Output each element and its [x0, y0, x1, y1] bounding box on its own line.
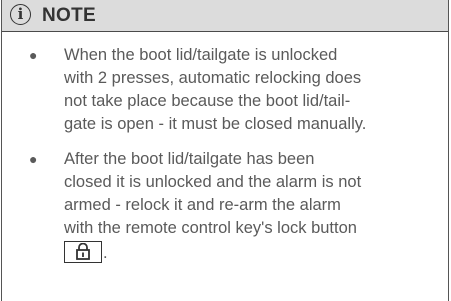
info-icon: i — [10, 4, 31, 25]
text-line: When the boot lid/tailgate is unlocked — [64, 46, 338, 64]
list-item-text: When the boot lid/tailgate is unlocked w… — [64, 44, 424, 136]
text-line: armed - relock it and re-arm the alarm — [64, 196, 341, 214]
note-title: NOTE — [42, 5, 96, 26]
text-line: . — [64, 240, 424, 265]
note-box: i NOTE ● When the boot lid/tailgate is u… — [1, 0, 449, 301]
lock-button-icon — [64, 241, 102, 263]
bullet: ● — [29, 47, 38, 63]
text-line: gate is open - it must be closed manuall… — [64, 115, 367, 133]
text-line: with 2 presses, automatic relocking does — [64, 69, 362, 87]
text-line: After the boot lid/tailgate has been — [64, 150, 315, 168]
bullet: ● — [29, 151, 38, 167]
note-header: i NOTE — [2, 0, 448, 32]
list-item-text: After the boot lid/tailgate has been clo… — [64, 148, 424, 265]
trailing-period: . — [103, 244, 108, 262]
text-line: not take place because the boot lid/tail… — [64, 92, 351, 110]
text-line: with the remote control key's lock butto… — [64, 219, 357, 237]
text-line: closed it is unlocked and the alarm is n… — [64, 173, 362, 191]
